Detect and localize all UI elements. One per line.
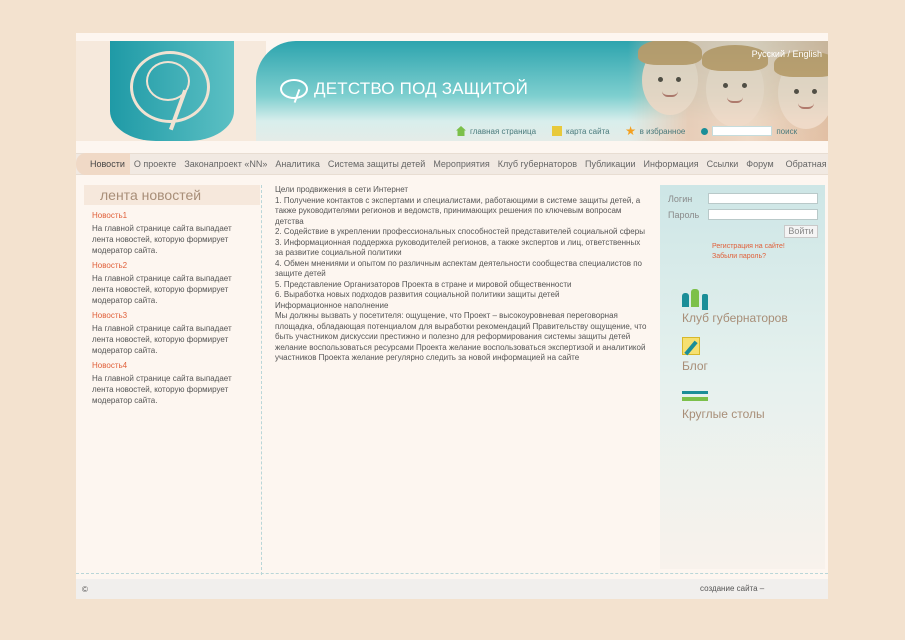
news-item-text: На главной странице сайта выпадает лента… (92, 324, 232, 355)
news-title: лента новостей (84, 185, 260, 205)
auth-links: Регистрация на сайте! Забыли пароль? (712, 242, 785, 262)
login-label: Логин (668, 193, 693, 204)
content-paragraph: 5. Представление Организаторов Проекта в… (275, 279, 572, 289)
news-item-text: На главной странице сайта выпадает лента… (92, 274, 232, 305)
news-column: лента новостей Новость1 На главной стран… (76, 185, 262, 575)
site-creator-credit[interactable]: создание сайта – (700, 584, 764, 593)
forgot-password-link[interactable]: Забыли пароль? (712, 252, 785, 262)
news-item-text: На главной странице сайта выпадает лента… (92, 224, 232, 255)
header-links: главная страница карта сайта в избранное… (456, 126, 797, 136)
child-face-2 (702, 45, 768, 127)
content-heading: Цели продвижения в сети Интернет (275, 185, 409, 194)
nav-item-bill[interactable]: Законапроект «NN» (180, 153, 271, 175)
nav-item-news[interactable]: Новости (76, 153, 130, 175)
news-item-text: На главной странице сайта выпадает лента… (92, 374, 232, 405)
home-icon (456, 126, 466, 136)
footer-divider (76, 573, 828, 574)
title-logo-icon (280, 79, 308, 99)
site-title-text: ДЕТСТВО ПОД ЗАЩИТОЙ (314, 79, 528, 98)
sitemap-link-label: карта сайта (566, 126, 610, 136)
nav-item-publications[interactable]: Публикации (581, 153, 639, 175)
news-item-title[interactable]: Новость3 (92, 311, 252, 320)
search-box: поиск (701, 126, 797, 136)
content-paragraph: 6. Выработка новых подходов развития соц… (275, 290, 560, 299)
nav-item-info[interactable]: Информация (640, 153, 703, 175)
content-paragraph: Мы должны вызвать у посетителя: ощущение… (275, 311, 647, 362)
nav-item-analytics[interactable]: Аналитика (271, 153, 324, 175)
favorites-link-label: в избранное (639, 126, 686, 136)
login-input[interactable] (708, 193, 818, 204)
nav-item-protection-system[interactable]: Система защиты детей (324, 153, 429, 175)
main-nav: Новости О проекте Законапроект «NN» Анал… (76, 153, 828, 175)
nav-item-links[interactable]: Ссылки (703, 153, 743, 175)
search-button[interactable]: поиск (776, 127, 797, 136)
sitemap-link[interactable]: карта сайта (552, 126, 610, 136)
content-paragraph: 2. Содействие в укреплении профессиональ… (275, 227, 645, 236)
blog-label: Блог (682, 359, 708, 373)
governors-club-link[interactable]: Клуб губернаторов (682, 289, 788, 325)
content-heading: Информационное наполнение (275, 300, 389, 310)
header: ДЕТСТВО ПОД ЗАЩИТОЙ Русский / English гл… (76, 41, 828, 141)
sidebar-right: Логин Пароль Войти Регистрация на сайте!… (660, 185, 825, 569)
favorites-link[interactable]: в избранное (625, 126, 686, 136)
nav-item-governors-club[interactable]: Клуб губернаторов (494, 153, 581, 175)
people-icon (682, 289, 706, 307)
blog-link[interactable]: Блог (682, 337, 708, 373)
news-item-title[interactable]: Новость1 (92, 211, 252, 220)
news-item: Новость4 На главной странице сайта выпад… (92, 361, 252, 406)
login-button[interactable]: Войти (784, 225, 818, 238)
news-item-title[interactable]: Новость4 (92, 361, 252, 370)
home-link-label: главная страница (470, 126, 537, 136)
footer: © создание сайта – (76, 579, 828, 599)
news-item-title[interactable]: Новость2 (92, 261, 252, 270)
news-item: Новость1 На главной странице сайта выпад… (92, 211, 252, 256)
star-icon (625, 126, 636, 136)
nav-item-about[interactable]: О проекте (130, 153, 180, 175)
round-tables-label: Круглые столы (682, 407, 765, 421)
search-input[interactable] (712, 126, 773, 136)
nav-item-events[interactable]: Мероприятия (429, 153, 493, 175)
nav-item-feedback[interactable]: Обратная связь (782, 153, 828, 175)
child-face-3 (774, 51, 828, 129)
content-paragraph: 4. Обмен мнениями и опытом по различным … (275, 258, 642, 279)
content-paragraph: 1. Получение контактов с экспертами и сп… (275, 195, 641, 226)
register-link[interactable]: Регистрация на сайте! (712, 242, 785, 252)
content-paragraph: 3. Информационная поддержка руководителе… (275, 237, 641, 258)
nav-item-forum[interactable]: Форум (742, 153, 777, 175)
pen-icon (682, 337, 700, 355)
password-label: Пароль (668, 209, 700, 220)
round-table-icon (682, 391, 708, 403)
language-switch[interactable]: Русский / English (752, 49, 822, 59)
password-row: Пароль (668, 209, 818, 220)
login-row: Логин (668, 193, 818, 204)
copyright: © (82, 585, 88, 594)
news-item: Новость3 На главной странице сайта выпад… (92, 311, 252, 356)
governors-club-label: Клуб губернаторов (682, 311, 788, 325)
home-link[interactable]: главная страница (456, 126, 536, 136)
site-logo[interactable] (110, 41, 234, 141)
news-list: Новость1 На главной странице сайта выпад… (92, 211, 252, 411)
site-title[interactable]: ДЕТСТВО ПОД ЗАЩИТОЙ (280, 79, 528, 99)
sitemap-icon (552, 126, 563, 136)
news-item: Новость2 На главной странице сайта выпад… (92, 261, 252, 306)
page: ДЕТСТВО ПОД ЗАЩИТОЙ Русский / English гл… (76, 33, 828, 599)
search-dot-icon (701, 127, 709, 135)
main-content: Цели продвижения в сети Интернет 1. Полу… (275, 185, 647, 364)
password-input[interactable] (708, 209, 818, 220)
round-tables-link[interactable]: Круглые столы (682, 391, 765, 421)
child-face-1 (638, 41, 702, 115)
